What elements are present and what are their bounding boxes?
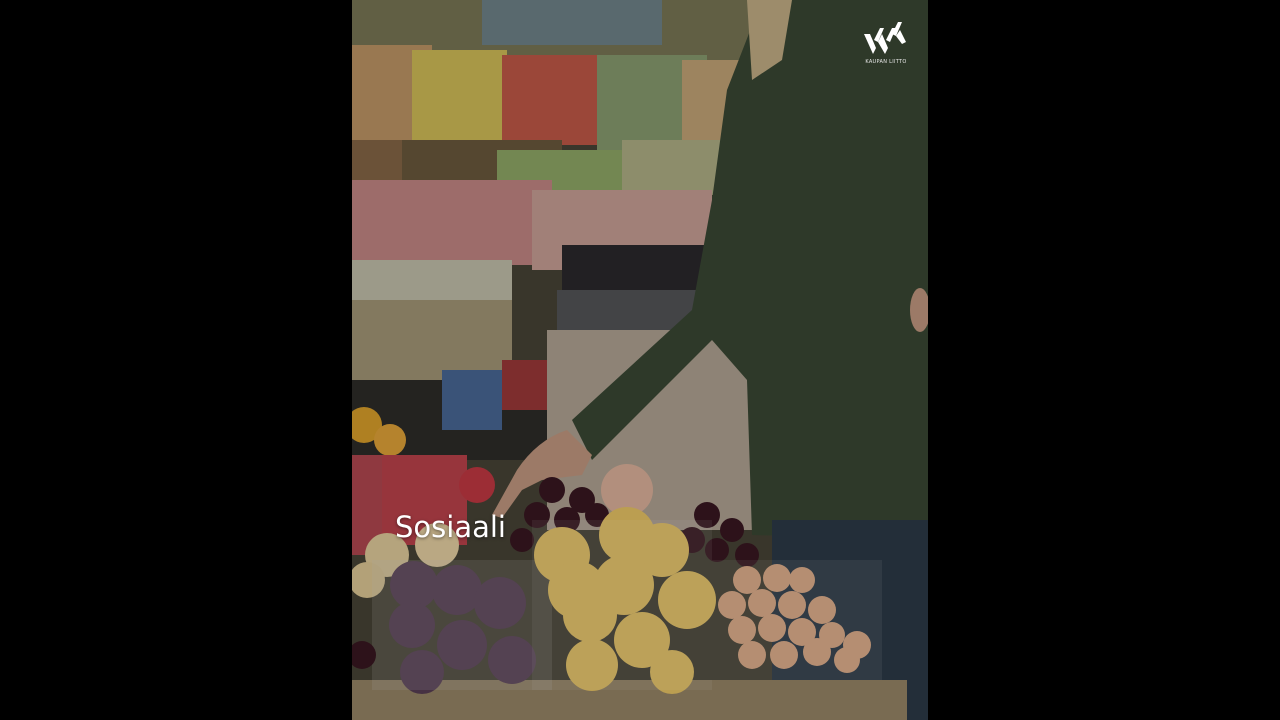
video-player[interactable]: KAUPAN LIITTO Sosiaali — [0, 0, 1280, 720]
kaupan-liitto-logo-icon — [864, 22, 906, 54]
video-caption: Sosiaali — [395, 510, 506, 544]
video-dim-overlay — [352, 0, 928, 720]
kaupan-liitto-logo: KAUPAN LIITTO — [856, 20, 916, 70]
logo-text: KAUPAN LIITTO — [865, 59, 907, 65]
video-frame[interactable]: KAUPAN LIITTO Sosiaali — [352, 0, 928, 720]
